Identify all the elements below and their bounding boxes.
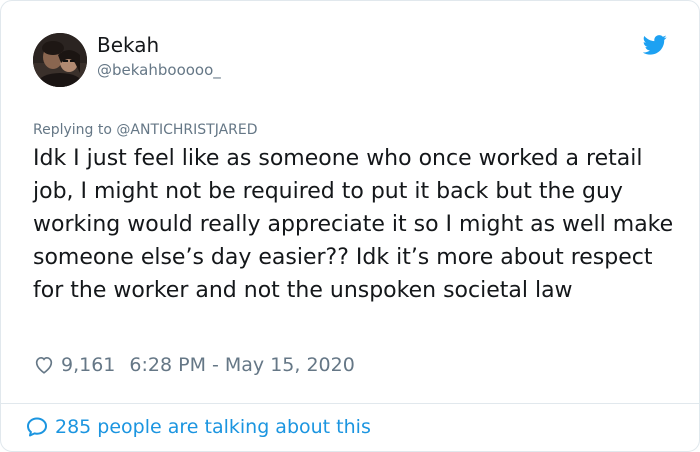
tweet-timestamp[interactable]: 6:28 PM - May 15, 2020 xyxy=(129,354,354,376)
twitter-bird-icon[interactable] xyxy=(643,35,667,55)
replying-to-label: Replying to xyxy=(33,122,112,138)
heart-outline-icon[interactable] xyxy=(33,354,55,376)
conversation-link[interactable]: 285 people are talking about this xyxy=(25,415,371,439)
like-count[interactable]: 9,161 xyxy=(61,354,115,376)
replying-to-mention[interactable]: @ANTICHRISTJARED xyxy=(116,122,257,138)
author-display-name[interactable]: Bekah xyxy=(97,33,159,57)
avatar-photo xyxy=(33,33,87,87)
avatar[interactable] xyxy=(33,33,87,87)
card-divider xyxy=(1,403,699,404)
tweet-card: Bekah @bekahbooooo_ Replying to @ANTICHR… xyxy=(0,0,700,452)
tweet-text: Idk I just feel like as someone who once… xyxy=(33,146,674,303)
speech-bubble-icon xyxy=(27,417,47,437)
author-handle[interactable]: @bekahbooooo_ xyxy=(97,60,221,80)
conversation-count: 285 people are talking about this xyxy=(55,416,371,438)
tweet-meta: 9,161 6:28 PM - May 15, 2020 xyxy=(33,352,355,378)
replying-to: Replying to @ANTICHRISTJARED xyxy=(33,120,258,140)
